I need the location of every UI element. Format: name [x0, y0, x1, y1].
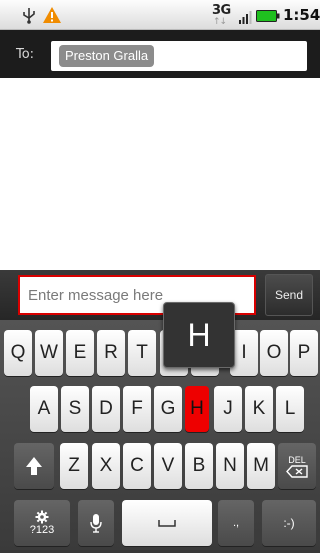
key-q[interactable]: Q [4, 330, 32, 376]
network-type: 3G [212, 3, 231, 18]
delete-label: DEL [288, 454, 306, 465]
key-g[interactable]: G [154, 386, 182, 432]
key-preview-popup: H [163, 302, 235, 368]
key-w[interactable]: W [35, 330, 63, 376]
recipient-field[interactable]: Preston Gralla [51, 41, 307, 71]
key-f[interactable]: F [123, 386, 151, 432]
signal-icon [239, 11, 252, 24]
soft-keyboard: Q W E R T Y U I O P A S D F G H J K L Z … [0, 320, 320, 553]
space-key[interactable] [122, 500, 212, 546]
microphone-icon [90, 514, 102, 533]
key-v[interactable]: V [154, 443, 182, 489]
key-j[interactable]: J [214, 386, 242, 432]
key-k[interactable]: K [245, 386, 273, 432]
key-l[interactable]: L [276, 386, 304, 432]
symbols-key[interactable]: ?123 [14, 500, 70, 546]
warning-icon [43, 7, 61, 23]
key-d[interactable]: D [92, 386, 120, 432]
backspace-icon [286, 464, 308, 478]
send-button[interactable]: Send [265, 274, 313, 316]
key-t[interactable]: T [128, 330, 156, 376]
key-b[interactable]: B [185, 443, 213, 489]
conversation-area [0, 78, 320, 270]
battery-icon [256, 10, 280, 22]
space-bar-icon [158, 520, 176, 527]
key-z[interactable]: Z [60, 443, 88, 489]
symbols-label: ?123 [29, 524, 55, 536]
settings-gear-icon [35, 510, 49, 524]
key-c[interactable]: C [123, 443, 151, 489]
key-a[interactable]: A [30, 386, 58, 432]
clock: 1:54 [283, 6, 320, 24]
key-o[interactable]: O [260, 330, 288, 376]
key-m[interactable]: M [247, 443, 275, 489]
recipient-chip[interactable]: Preston Gralla [59, 45, 155, 67]
compose-bar: Send [0, 270, 320, 320]
shift-arrow-icon [26, 457, 42, 475]
key-r[interactable]: R [97, 330, 125, 376]
key-p[interactable]: P [290, 330, 318, 376]
punctuation-key[interactable]: ., [218, 500, 254, 546]
usb-icon [23, 8, 35, 24]
to-label: To: [16, 47, 35, 62]
key-s[interactable]: S [61, 386, 89, 432]
network-activity-arrows: ↑↓ [213, 17, 227, 27]
key-x[interactable]: X [92, 443, 120, 489]
key-h[interactable]: H [185, 386, 209, 432]
shift-key[interactable] [14, 443, 54, 489]
status-bar: 3G ↑↓ 1:54 [0, 0, 320, 30]
key-n[interactable]: N [216, 443, 244, 489]
voice-input-key[interactable] [78, 500, 114, 546]
recipient-bar: To: Preston Gralla [0, 30, 320, 78]
delete-key[interactable]: DEL [278, 443, 316, 489]
emoticon-key[interactable]: :-) [262, 500, 316, 546]
key-e[interactable]: E [66, 330, 94, 376]
